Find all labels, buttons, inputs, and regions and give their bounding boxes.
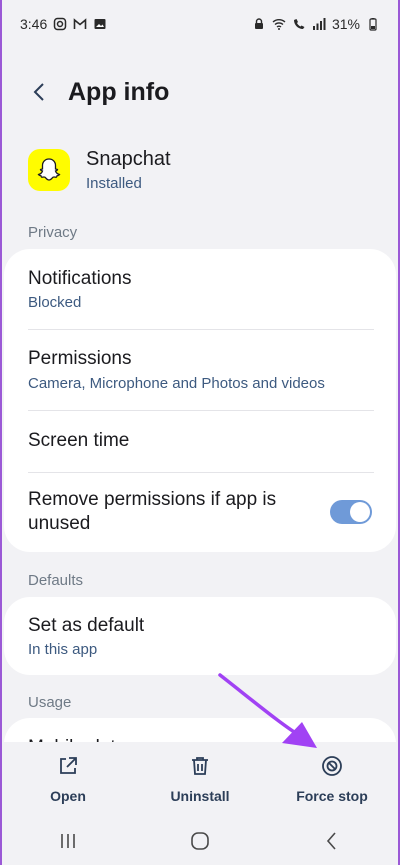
status-right: 31%: [252, 16, 380, 32]
stop-circle-icon: [322, 756, 342, 776]
wifi-calling-icon: [292, 17, 306, 31]
permissions-title: Permissions: [28, 348, 132, 370]
battery-icon: [366, 17, 380, 31]
page-title: App info: [68, 77, 170, 106]
screen: 3:46 31% App info Snapchat Installed Pri…: [0, 0, 400, 865]
signal-icon: [312, 17, 326, 31]
wifi-icon: [272, 17, 286, 31]
section-label-privacy: Privacy: [28, 224, 78, 241]
status-time: 3:46: [20, 16, 48, 32]
screen-time-title: Screen time: [28, 430, 130, 452]
toggle-knob: [350, 502, 370, 522]
section-label-usage: Usage: [28, 694, 72, 711]
instagram-icon: [53, 17, 67, 31]
app-install-status: Installed: [86, 175, 142, 192]
force-stop-label: Force stop: [296, 788, 368, 804]
uninstall-label: Uninstall: [170, 788, 230, 804]
permissions-subtitle: Camera, Microphone and Photos and videos: [28, 374, 325, 392]
notifications-item[interactable]: Notifications Blocked: [4, 249, 396, 329]
remove-permissions-item[interactable]: Remove permissions if app is unused: [4, 472, 396, 552]
screen-time-item[interactable]: Screen time: [4, 410, 396, 472]
recent-apps-button[interactable]: [38, 821, 98, 861]
open-label: Open: [50, 788, 86, 804]
set-as-default-item[interactable]: Set as default In this app: [4, 597, 396, 675]
trash-icon: [192, 757, 208, 775]
privacy-card: Notifications Blocked Permissions Camera…: [4, 249, 396, 552]
navigation-bar: [2, 816, 398, 865]
force-stop-button[interactable]: Force stop: [277, 754, 387, 804]
gmail-icon: [73, 17, 87, 31]
status-bar: 3:46 31%: [2, 0, 398, 48]
home-button[interactable]: [170, 821, 230, 861]
lock-icon: [252, 17, 266, 31]
set-as-default-title: Set as default: [28, 614, 145, 636]
chevron-left-icon: [33, 83, 44, 101]
section-label-defaults: Defaults: [28, 572, 84, 589]
battery-percent: 31%: [331, 16, 360, 32]
defaults-card: Set as default In this app: [4, 597, 396, 675]
notifications-subtitle: Blocked: [28, 294, 82, 312]
open-button[interactable]: Open: [13, 754, 123, 804]
app-text: Snapchat Installed: [86, 148, 171, 192]
remove-permissions-title: Remove permissions if app is unused: [28, 489, 277, 534]
permissions-item[interactable]: Permissions Camera, Microphone and Photo…: [4, 329, 396, 410]
header: App info: [2, 70, 398, 114]
uninstall-button[interactable]: Uninstall: [145, 754, 255, 804]
home-icon: [191, 831, 209, 850]
app-name: Snapchat: [86, 148, 171, 170]
open-external-icon: [60, 757, 77, 774]
recent-apps-icon: [61, 833, 75, 848]
app-summary: Snapchat Installed: [28, 144, 372, 196]
gallery-icon: [93, 17, 107, 31]
remove-permissions-toggle[interactable]: [330, 500, 372, 524]
bottom-action-bar: Open Uninstall Force stop: [2, 742, 398, 816]
nav-back-button[interactable]: [302, 821, 362, 861]
notifications-title: Notifications: [28, 267, 132, 289]
set-as-default-subtitle: In this app: [28, 641, 98, 659]
status-left: 3:46: [20, 16, 107, 32]
nav-back-icon: [326, 831, 336, 850]
snapchat-icon: [28, 149, 70, 191]
back-button[interactable]: [18, 70, 62, 114]
